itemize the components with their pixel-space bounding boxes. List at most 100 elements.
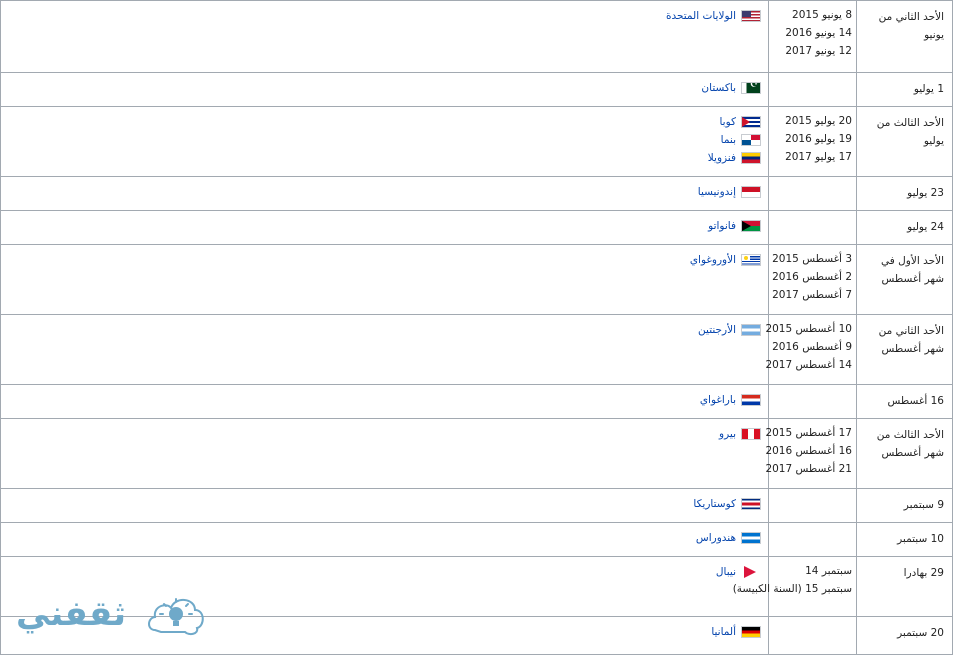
holiday-day-text: الأحد الأول في شهر أغسطس (881, 255, 944, 285)
country-link[interactable]: باكستان (701, 82, 736, 94)
holiday-dates-cell: 17 أغسطس 2015 16 أغسطس 2016 21 أغسطس 2017 (765, 418, 857, 489)
country-entry: إندونيسيا (5, 183, 761, 201)
country-list: نيبال (1, 557, 768, 581)
date-line: سبتمبر 15 (السنة الكبيسة) (732, 583, 852, 595)
holiday-countries-cell: فانواتو (0, 210, 769, 245)
nepal-flag-icon (741, 566, 761, 578)
holiday-day-cell: الأحد الثالث من يوليو (856, 106, 953, 177)
dates-list: 10 أغسطس 2015 9 أغسطس 2016 14 أغسطس 2017 (765, 315, 856, 374)
table-body: الأحد الثاني من يونيو 8 يونيو 2015 14 يوني… (0, 0, 953, 655)
holiday-day-cell: الأحد الثاني من شهر أغسطس (856, 314, 953, 385)
holiday-countries-cell: هندوراس (0, 522, 769, 557)
date-line: 16 أغسطس 2016 (765, 445, 852, 457)
holiday-day-cell: 20 سبتمبر (856, 616, 953, 655)
date-line: 10 أغسطس 2015 (765, 323, 852, 335)
country-entry: باراغواي (5, 391, 761, 409)
country-link[interactable]: ألمانيا (711, 626, 736, 638)
argentina-flag-icon (741, 324, 761, 336)
dates-list (769, 489, 856, 494)
country-link[interactable]: بيرو (719, 428, 736, 440)
dates-list: سبتمبر 14 سبتمبر 15 (السنة الكبيسة) (732, 557, 856, 598)
country-link[interactable]: نيبال (716, 566, 736, 578)
table-row: الأحد الثاني من شهر أغسطس 10 أغسطس 2015 9 … (0, 314, 953, 385)
table-row: الأحد الثاني من يونيو 8 يونيو 2015 14 يوني… (0, 0, 953, 73)
holiday-dates-cell: 8 يونيو 2015 14 يونيو 2016 12 يونيو 2017 (768, 0, 857, 73)
dates-list: 20 يوليو 2015 19 يوليو 2016 17 يوليو 2017 (769, 107, 856, 166)
country-list: الولايات المتحدة (1, 1, 768, 25)
uruguay-flag-icon (741, 254, 761, 266)
holiday-day-cell: 9 سبتمبر (856, 488, 953, 523)
country-link[interactable]: باراغواي (700, 394, 736, 406)
country-link[interactable]: الأرجنتين (698, 324, 736, 336)
peru-flag-icon (741, 428, 761, 440)
holiday-dates-cell (768, 384, 857, 419)
venezuela-flag-icon (741, 152, 761, 164)
holiday-countries-cell: الولايات المتحدة (0, 0, 769, 73)
country-link[interactable]: إندونيسيا (698, 186, 736, 198)
holiday-dates-cell (768, 176, 857, 211)
table-row: 16 أغسطس باراغواي (0, 384, 953, 419)
country-list: باكستان (1, 73, 768, 97)
holiday-dates-cell (768, 616, 857, 655)
holiday-day-text: 24 يوليو (907, 221, 944, 233)
holiday-day-cell: 1 يوليو (856, 72, 953, 107)
table-row: الأحد الأول في شهر أغسطس 3 أغسطس 2015 2 أغ… (0, 244, 953, 315)
paraguay-flag-icon (741, 394, 761, 406)
vanuatu-flag-icon (741, 220, 761, 232)
country-link[interactable]: فانواتو (708, 220, 736, 232)
site-watermark: ثقفني (10, 588, 210, 648)
holiday-day-cell: الأحد الأول في شهر أغسطس (856, 244, 953, 315)
holiday-day-cell: 23 يوليو (856, 176, 953, 211)
holiday-day-text: 1 يوليو (913, 83, 944, 95)
holiday-countries-cell: الأوروغواي (0, 244, 769, 315)
holiday-dates-cell (768, 72, 857, 107)
holiday-day-text: الأحد الثالث من شهر أغسطس (876, 429, 944, 459)
holidays-table: الأحد الثاني من يونيو 8 يونيو 2015 14 يوني… (0, 0, 953, 655)
date-line: 14 أغسطس 2017 (765, 359, 852, 371)
country-link[interactable]: فنزويلا (708, 152, 736, 164)
country-entry: فنزويلا (5, 149, 761, 167)
holiday-day-cell: 29 بهادرا (856, 556, 953, 617)
dates-list (769, 177, 856, 182)
holiday-day-text: 9 سبتمبر (903, 499, 944, 511)
table-row: 1 يوليو باكستان (0, 72, 953, 107)
country-link[interactable]: الأوروغواي (690, 254, 736, 266)
country-entry: كوبا (5, 113, 761, 131)
holiday-day-text: 29 بهادرا (903, 567, 944, 579)
country-list: هندوراس (1, 523, 768, 547)
indonesia-flag-icon (741, 186, 761, 198)
table-row: الأحد الثالث من شهر أغسطس 17 أغسطس 2015 16… (0, 418, 953, 489)
date-line: 9 أغسطس 2016 (772, 341, 852, 353)
country-link[interactable]: هندوراس (696, 532, 736, 544)
pakistan-flag-icon (741, 82, 761, 94)
dates-list: 3 أغسطس 2015 2 أغسطس 2016 7 أغسطس 2017 (769, 245, 856, 304)
holiday-dates-cell: 10 أغسطس 2015 9 أغسطس 2016 14 أغسطس 2017 (765, 314, 857, 385)
lightbulb-icon (148, 598, 204, 636)
dates-list (769, 523, 856, 528)
date-line: 8 يونيو 2015 (792, 9, 852, 21)
holiday-day-cell: الأحد الثالث من شهر أغسطس (856, 418, 953, 489)
holiday-day-cell: 16 أغسطس (856, 384, 953, 419)
holiday-day-text: 20 سبتمبر (897, 627, 944, 639)
country-entry: فانواتو (5, 217, 761, 235)
holiday-dates-cell (768, 488, 857, 523)
country-list: كوبا بنما فنزويلا (1, 107, 768, 167)
date-line: 17 أغسطس 2015 (765, 427, 852, 439)
holiday-countries-cell: الأرجنتين (0, 314, 769, 385)
country-link[interactable]: كوبا (719, 116, 736, 128)
holiday-countries-cell: باكستان (0, 72, 769, 107)
table-row: الأحد الثالث من يوليو 20 يوليو 2015 19 يول… (0, 106, 953, 177)
date-line: 3 أغسطس 2015 (772, 253, 852, 265)
date-line: 12 يونيو 2017 (785, 45, 852, 57)
country-link[interactable]: كوستاريكا (693, 498, 736, 510)
country-link[interactable]: بنما (721, 134, 736, 146)
country-list: إندونيسيا (1, 177, 768, 201)
dates-list: 17 أغسطس 2015 16 أغسطس 2016 21 أغسطس 2017 (765, 419, 856, 478)
dates-list (769, 617, 856, 622)
holiday-day-text: الأحد الثاني من شهر أغسطس (878, 325, 944, 355)
dates-list (769, 73, 856, 78)
country-link[interactable]: الولايات المتحدة (666, 10, 736, 22)
country-entry: الأوروغواي (5, 251, 761, 269)
holiday-dates-cell: 20 يوليو 2015 19 يوليو 2016 17 يوليو 2017 (768, 106, 857, 177)
table-row: 9 سبتمبر كوستاريكا (0, 488, 953, 523)
